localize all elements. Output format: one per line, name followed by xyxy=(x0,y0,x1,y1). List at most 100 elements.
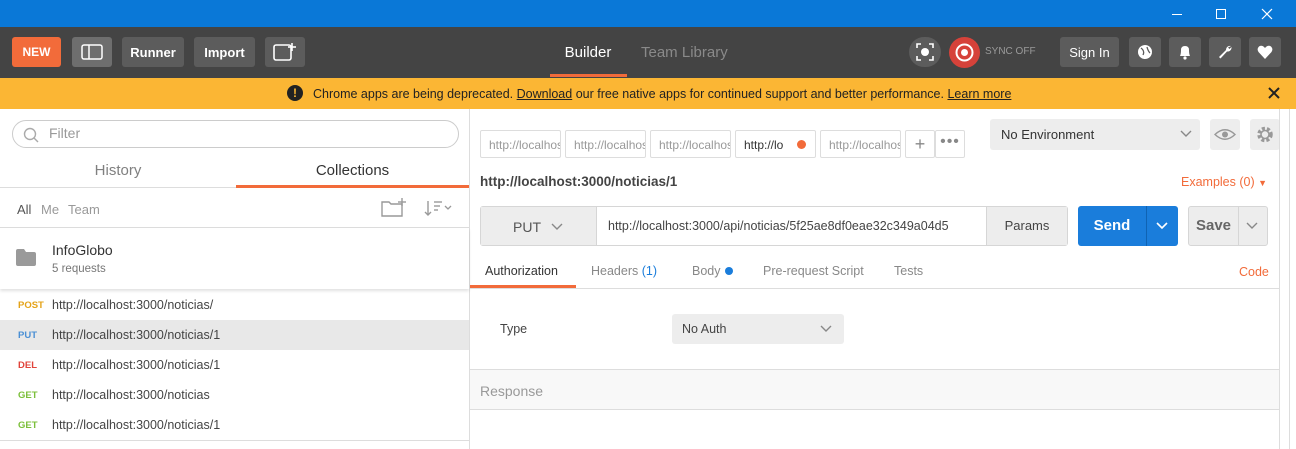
code-link[interactable]: Code xyxy=(1239,265,1269,279)
tab-pre-request-script[interactable]: Pre-request Script xyxy=(763,264,864,278)
collections-tab-underline xyxy=(236,185,469,188)
headers-count: (1) xyxy=(641,264,658,278)
team-library-tab[interactable]: Team Library xyxy=(641,44,728,61)
list-item[interactable]: GET http://localhost:3000/noticias/1 xyxy=(0,410,469,440)
auth-type-value: No Auth xyxy=(682,322,727,336)
banner-text-middle: our free native apps for continued suppo… xyxy=(575,87,944,101)
sort-icon[interactable] xyxy=(424,199,452,217)
list-item[interactable]: DEL http://localhost:3000/noticias/1 xyxy=(0,350,469,380)
params-button[interactable]: Params xyxy=(986,207,1067,245)
new-button[interactable]: NEW xyxy=(12,37,61,67)
deprecation-banner: ! Chrome apps are being deprecated. Down… xyxy=(0,78,1296,109)
method-badge: POST xyxy=(18,300,44,311)
chevron-down-icon xyxy=(551,223,563,230)
save-button-group: Save xyxy=(1188,206,1268,246)
tab-options-icon[interactable]: ••• xyxy=(935,130,965,158)
method-badge: PUT xyxy=(18,330,37,341)
chevron-down-icon xyxy=(820,325,832,332)
headers-label: Headers xyxy=(591,264,639,278)
wrench-icon[interactable] xyxy=(1209,37,1241,67)
request-tab[interactable]: http://localhost xyxy=(480,130,561,158)
add-tab-button[interactable]: + xyxy=(905,130,935,158)
auth-type-select[interactable]: No Auth xyxy=(672,314,844,344)
sync-icon[interactable] xyxy=(949,37,980,68)
filter-input[interactable] xyxy=(49,125,429,141)
settings-gear-icon[interactable] xyxy=(1250,119,1280,150)
new-window-icon[interactable] xyxy=(265,37,305,67)
collection-count: 5 requests xyxy=(52,263,106,275)
globe-icon[interactable] xyxy=(1129,37,1161,67)
runner-button[interactable]: Runner xyxy=(122,37,184,67)
request-url: http://localhost:3000/noticias/ xyxy=(52,298,214,312)
save-button[interactable]: Save xyxy=(1189,207,1238,245)
list-item[interactable]: POST http://localhost:3000/noticias/ xyxy=(0,290,469,320)
send-button[interactable]: Send xyxy=(1078,206,1146,246)
tab-tests[interactable]: Tests xyxy=(894,264,923,278)
examples-dropdown[interactable]: Examples (0) ▼ xyxy=(1181,175,1267,189)
warning-icon: ! xyxy=(287,85,303,101)
close-window-icon[interactable] xyxy=(1244,0,1290,27)
tab-authorization[interactable]: Authorization xyxy=(485,264,558,278)
environment-select[interactable]: No Environment xyxy=(990,119,1200,150)
send-button-group: Send xyxy=(1078,206,1178,246)
eye-icon[interactable] xyxy=(1210,119,1240,150)
tab-body[interactable]: Body xyxy=(692,264,721,278)
examples-label: Examples (0) xyxy=(1181,175,1255,189)
method-badge: GET xyxy=(18,390,38,401)
sidebar-toggle-icon[interactable] xyxy=(72,37,112,67)
collection-item[interactable]: InfoGlobo 5 requests xyxy=(0,228,469,289)
learn-more-link[interactable]: Learn more xyxy=(947,87,1011,101)
maximize-icon[interactable] xyxy=(1198,0,1244,27)
new-collection-icon[interactable] xyxy=(381,197,407,219)
request-tab[interactable]: http://localhost xyxy=(650,130,731,158)
signin-button[interactable]: Sign In xyxy=(1060,37,1119,67)
tab-headers[interactable]: Headers (1) xyxy=(591,264,657,278)
divider xyxy=(1238,207,1239,245)
heart-icon[interactable] xyxy=(1249,37,1281,67)
interceptor-icon[interactable] xyxy=(909,37,941,67)
list-item[interactable]: GET http://localhost:3000/noticias xyxy=(0,380,469,410)
app-header: NEW Runner Import Builder Team Library S… xyxy=(0,27,1296,78)
sync-status: SYNC OFF xyxy=(985,46,1036,57)
banner-text: Chrome apps are being deprecated. xyxy=(313,87,514,101)
request-title: http://localhost:3000/noticias/1 xyxy=(480,174,678,189)
request-url: http://localhost:3000/noticias/1 xyxy=(52,358,221,372)
response-header: Response xyxy=(470,369,1279,410)
method-badge: DEL xyxy=(18,360,37,371)
divider xyxy=(0,440,469,441)
request-url: http://localhost:3000/noticias/1 xyxy=(52,418,221,432)
method-select[interactable]: PUT xyxy=(481,207,597,245)
request-tab-label: http://lo xyxy=(744,138,784,152)
scrollbar-track xyxy=(1279,109,1280,449)
minimize-icon[interactable] xyxy=(1154,0,1200,27)
send-options-chevron-icon[interactable] xyxy=(1156,222,1168,230)
request-url: http://localhost:3000/noticias/1 xyxy=(52,328,221,342)
url-input[interactable]: http://localhost:3000/api/noticias/5f25a… xyxy=(608,219,949,233)
scrollbar[interactable] xyxy=(1289,109,1296,449)
filter-team[interactable]: Team xyxy=(68,202,100,217)
bell-icon[interactable] xyxy=(1169,37,1201,67)
request-tab[interactable]: http://localhost xyxy=(565,130,646,158)
divider xyxy=(1146,206,1147,246)
unsaved-dot xyxy=(797,140,806,149)
tab-history[interactable]: History xyxy=(0,162,236,189)
type-label: Type xyxy=(500,322,528,336)
method-label: PUT xyxy=(513,219,541,235)
filter-box xyxy=(12,120,459,148)
chevron-down-icon xyxy=(1180,130,1192,137)
save-options-chevron-icon[interactable] xyxy=(1246,222,1258,230)
environment-label: No Environment xyxy=(1001,127,1095,142)
builder-tab[interactable]: Builder xyxy=(550,44,626,61)
list-item[interactable]: PUT http://localhost:3000/noticias/1 xyxy=(0,320,469,350)
caret-down-icon: ▼ xyxy=(1258,178,1268,188)
download-link[interactable]: Download xyxy=(517,87,573,101)
request-url: http://localhost:3000/noticias xyxy=(52,388,210,402)
divider xyxy=(470,288,1279,289)
filter-all[interactable]: All xyxy=(17,202,31,217)
sidebar: History Collections All Me Team InfoGlob… xyxy=(0,109,470,449)
close-banner-icon[interactable] xyxy=(1267,86,1281,103)
import-button[interactable]: Import xyxy=(194,37,255,67)
response-label: Response xyxy=(480,383,544,399)
filter-me[interactable]: Me xyxy=(41,202,59,217)
request-tab[interactable]: http://localhost xyxy=(820,130,901,158)
